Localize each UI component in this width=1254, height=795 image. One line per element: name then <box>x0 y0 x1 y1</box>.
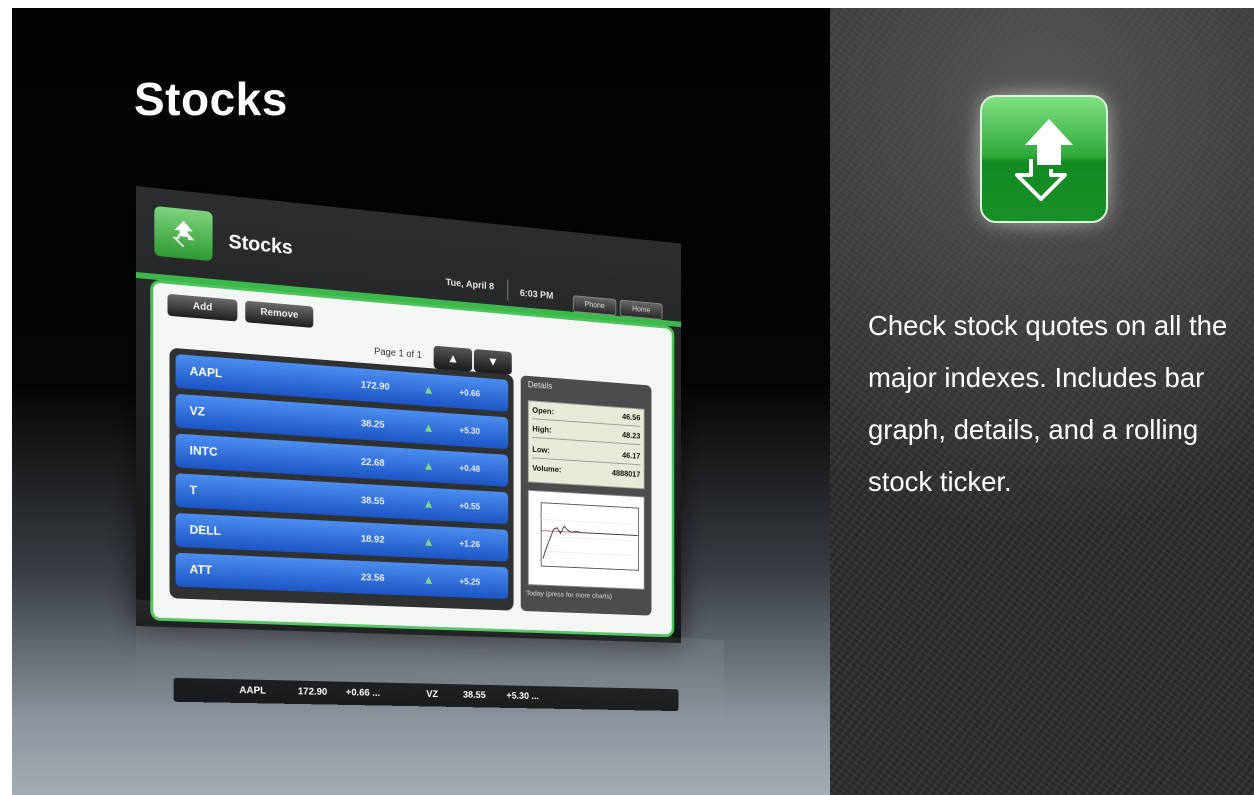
add-button[interactable]: Add <box>167 294 237 322</box>
feature-showcase: Stocks Stocks Tue, April 8 6:03 PM Phone… <box>12 8 830 795</box>
page-down-button[interactable]: ▼ <box>474 349 512 375</box>
stock-change: +0.55 <box>459 501 480 512</box>
stock-symbol: DELL <box>190 523 221 538</box>
intraday-mini-chart[interactable] <box>528 490 645 590</box>
stock-price: 172.90 <box>361 380 390 393</box>
stocks-app-icon[interactable] <box>154 206 212 261</box>
remove-button[interactable]: Remove <box>245 301 313 328</box>
stock-up-down-arrows-icon <box>168 217 198 250</box>
stock-price: 18.92 <box>361 534 385 546</box>
feature-description: Check stock quotes on all the major inde… <box>868 300 1248 508</box>
up-triangle-icon: ▲ <box>423 496 435 511</box>
up-triangle-icon: ▲ <box>423 572 435 587</box>
detail-label: High: <box>532 424 551 435</box>
detail-value: 4888017 <box>612 468 640 479</box>
stock-price: 38.55 <box>361 495 385 507</box>
stock-change: +5.25 <box>459 577 480 587</box>
app-date: Tue, April 8 <box>446 277 494 292</box>
chart-caption: Today (press for more charts) <box>526 589 612 601</box>
stock-list: AAPL 172.90 ▲ +0.66 VZ 38.25 ▲ +5.30 INT… <box>170 348 514 611</box>
page-indicator: Page 1 of 1 <box>374 346 422 360</box>
page-up-button[interactable]: ▲ <box>434 346 472 372</box>
app-time: 6:03 PM <box>520 288 554 301</box>
intraday-chart-graphic <box>529 491 644 589</box>
feature-description-panel: Check stock quotes on all the major inde… <box>830 8 1254 795</box>
feature-title: Stocks <box>134 72 288 126</box>
details-table: Open: 46.56 High: 48.23 Low: 46.17 Volum… <box>528 400 645 489</box>
stock-symbol: T <box>190 483 197 497</box>
detail-label: Low: <box>532 444 550 454</box>
stock-symbol: ATT <box>190 562 212 577</box>
stock-change: +0.66 <box>459 387 480 398</box>
stocks-app-screen: Stocks Tue, April 8 6:03 PM Phone Home A… <box>136 186 681 643</box>
details-title: Details <box>528 380 552 391</box>
stock-up-down-arrows-icon <box>1009 117 1079 201</box>
up-triangle-icon: ▲ <box>423 534 435 549</box>
header-divider <box>507 280 508 301</box>
stock-symbol: AAPL <box>190 364 223 380</box>
details-panel: Details Open: 46.56 High: 48.23 Low: 46. <box>521 375 652 615</box>
detail-value: 48.23 <box>622 430 640 440</box>
stock-change: +0.48 <box>459 463 480 474</box>
stock-price: 38.25 <box>361 419 385 431</box>
app-title: Stocks <box>228 231 292 260</box>
stocks-feature-icon <box>980 95 1108 223</box>
detail-value: 46.17 <box>622 450 640 460</box>
stocks-content-panel: Add Remove Page 1 of 1 ▲ ▼ AAPL 172.90 ▲… <box>150 279 674 637</box>
up-triangle-icon: ▲ <box>423 382 435 397</box>
up-triangle-icon: ▲ <box>423 458 435 473</box>
stock-price: 23.56 <box>361 572 385 584</box>
detail-value: 46.56 <box>622 412 640 422</box>
device-screen-mockup: Stocks Tue, April 8 6:03 PM Phone Home A… <box>136 186 724 626</box>
stock-symbol: INTC <box>190 443 218 459</box>
stock-price: 22.68 <box>361 457 385 469</box>
detail-label: Volume: <box>532 463 561 474</box>
stock-change: +1.26 <box>459 539 480 549</box>
stock-row-att[interactable]: ATT 23.56 ▲ +5.25 <box>176 553 509 599</box>
detail-label: Open: <box>532 405 554 416</box>
up-triangle-icon: ▲ <box>423 420 435 435</box>
stock-change: +5.30 <box>459 425 480 436</box>
stock-symbol: VZ <box>190 404 205 419</box>
